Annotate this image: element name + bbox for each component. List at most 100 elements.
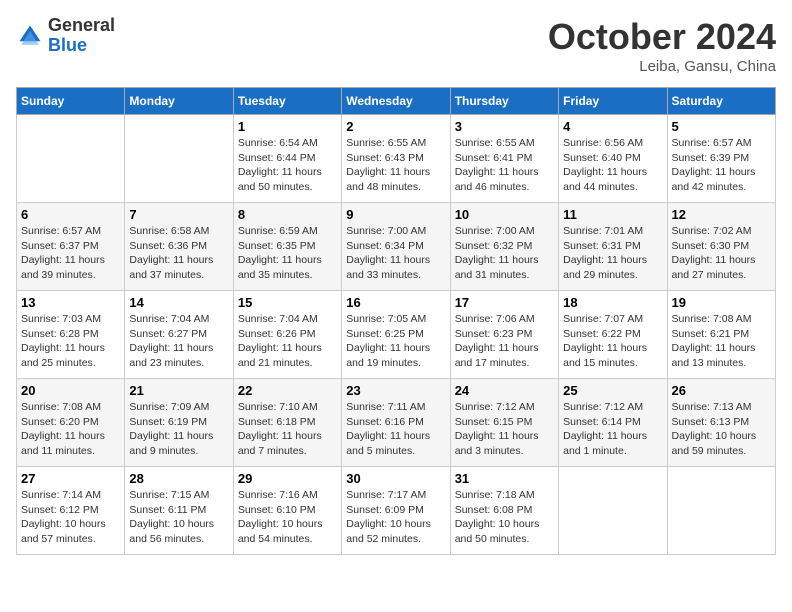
calendar-cell: 8 Sunrise: 6:59 AMSunset: 6:35 PMDaylight… [233,203,341,291]
calendar-cell: 24 Sunrise: 7:12 AMSunset: 6:15 PMDayligh… [450,379,558,467]
day-info: Sunrise: 7:08 AMSunset: 6:21 PMDaylight:… [672,312,771,371]
month-title: October 2024 [548,16,776,58]
calendar-body: 1 Sunrise: 6:54 AMSunset: 6:44 PMDaylight… [17,115,776,555]
calendar-cell: 14 Sunrise: 7:04 AMSunset: 6:27 PMDayligh… [125,291,233,379]
day-info: Sunrise: 7:04 AMSunset: 6:27 PMDaylight:… [129,312,228,371]
calendar-cell: 7Sunrise: 6:58 AMSunset: 6:36 PMDaylight… [125,203,233,291]
day-info: Sunrise: 6:54 AMSunset: 6:44 PMDaylight:… [238,136,337,195]
day-number: 28 [129,471,228,486]
day-info: Sunrise: 7:18 AMSunset: 6:08 PMDaylight:… [455,488,554,547]
day-number: 14 [129,295,228,310]
day-number: 26 [672,383,771,398]
header-day: Thursday [450,88,558,115]
day-number: 25 [563,383,662,398]
calendar-cell: 11 Sunrise: 7:01 AMSunset: 6:31 PMDayligh… [559,203,667,291]
calendar-header: SundayMondayTuesdayWednesdayThursdayFrid… [17,88,776,115]
day-number: 30 [346,471,445,486]
day-info: Sunrise: 7:09 AMSunset: 6:19 PMDaylight:… [129,400,228,459]
calendar-cell: 22 Sunrise: 7:10 AMSunset: 6:18 PMDayligh… [233,379,341,467]
calendar-cell: 20 Sunrise: 7:08 AMSunset: 6:20 PMDayligh… [17,379,125,467]
calendar-table: SundayMondayTuesdayWednesdayThursdayFrid… [16,87,776,555]
logo-text: General Blue [48,16,115,56]
day-number: 15 [238,295,337,310]
calendar-cell: 4 Sunrise: 6:56 AMSunset: 6:40 PMDaylight… [559,115,667,203]
header-day: Wednesday [342,88,450,115]
day-number: 18 [563,295,662,310]
day-number: 9 [346,207,445,222]
calendar-cell: 23Sunrise: 7:11 AMSunset: 6:16 PMDayligh… [342,379,450,467]
day-number: 1 [238,119,337,134]
day-number: 10 [455,207,554,222]
day-number: 4 [563,119,662,134]
day-number: 3 [455,119,554,134]
day-info: Sunrise: 7:08 AMSunset: 6:20 PMDaylight:… [21,400,120,459]
day-info: Sunrise: 7:12 AMSunset: 6:15 PMDaylight:… [455,400,554,459]
day-number: 12 [672,207,771,222]
calendar-cell [559,467,667,555]
day-number: 5 [672,119,771,134]
day-number: 16 [346,295,445,310]
day-info: Sunrise: 7:17 AMSunset: 6:09 PMDaylight:… [346,488,445,547]
calendar-week: 13 Sunrise: 7:03 AMSunset: 6:28 PMDayligh… [17,291,776,379]
day-info: Sunrise: 7:07 AMSunset: 6:22 PMDaylight:… [563,312,662,371]
day-number: 7 [129,207,228,222]
day-info: Sunrise: 7:04 AMSunset: 6:26 PMDaylight:… [238,312,337,371]
day-number: 13 [21,295,120,310]
calendar-cell: 17 Sunrise: 7:06 AMSunset: 6:23 PMDayligh… [450,291,558,379]
header-day: Sunday [17,88,125,115]
calendar-cell: 3Sunrise: 6:55 AMSunset: 6:41 PMDaylight… [450,115,558,203]
day-info: Sunrise: 7:00 AMSunset: 6:32 PMDaylight:… [455,224,554,283]
day-info: Sunrise: 6:59 AMSunset: 6:35 PMDaylight:… [238,224,337,283]
header-day: Friday [559,88,667,115]
calendar-cell: 26 Sunrise: 7:13 AMSunset: 6:13 PMDayligh… [667,379,775,467]
day-info: Sunrise: 7:05 AMSunset: 6:25 PMDaylight:… [346,312,445,371]
calendar-cell: 1 Sunrise: 6:54 AMSunset: 6:44 PMDaylight… [233,115,341,203]
header-day: Tuesday [233,88,341,115]
day-number: 17 [455,295,554,310]
header-row: SundayMondayTuesdayWednesdayThursdayFrid… [17,88,776,115]
day-info: Sunrise: 7:16 AMSunset: 6:10 PMDaylight:… [238,488,337,547]
calendar-cell: 18 Sunrise: 7:07 AMSunset: 6:22 PMDayligh… [559,291,667,379]
page-header: General Blue October 2024 Leiba, Gansu, … [16,16,776,75]
day-number: 29 [238,471,337,486]
calendar-cell: 28 Sunrise: 7:15 AMSunset: 6:11 PMDayligh… [125,467,233,555]
calendar-cell: 21Sunrise: 7:09 AMSunset: 6:19 PMDayligh… [125,379,233,467]
day-number: 31 [455,471,554,486]
calendar-cell: 25 Sunrise: 7:12 AMSunset: 6:14 PMDayligh… [559,379,667,467]
calendar-cell: 29 Sunrise: 7:16 AMSunset: 6:10 PMDayligh… [233,467,341,555]
day-info: Sunrise: 7:14 AMSunset: 6:12 PMDaylight:… [21,488,120,547]
day-info: Sunrise: 6:56 AMSunset: 6:40 PMDaylight:… [563,136,662,195]
day-info: Sunrise: 7:12 AMSunset: 6:14 PMDaylight:… [563,400,662,459]
calendar-cell [125,115,233,203]
day-number: 22 [238,383,337,398]
calendar-cell: 10 Sunrise: 7:00 AMSunset: 6:32 PMDayligh… [450,203,558,291]
calendar-cell: 2Sunrise: 6:55 AMSunset: 6:43 PMDaylight… [342,115,450,203]
calendar-cell: 13 Sunrise: 7:03 AMSunset: 6:28 PMDayligh… [17,291,125,379]
day-info: Sunrise: 6:57 AMSunset: 6:37 PMDaylight:… [21,224,120,283]
day-number: 20 [21,383,120,398]
day-number: 11 [563,207,662,222]
day-info: Sunrise: 7:03 AMSunset: 6:28 PMDaylight:… [21,312,120,371]
title-block: October 2024 Leiba, Gansu, China [548,16,776,75]
calendar-cell: 19Sunrise: 7:08 AMSunset: 6:21 PMDayligh… [667,291,775,379]
day-number: 8 [238,207,337,222]
day-number: 6 [21,207,120,222]
calendar-cell: 6 Sunrise: 6:57 AMSunset: 6:37 PMDaylight… [17,203,125,291]
header-day: Saturday [667,88,775,115]
calendar-cell [667,467,775,555]
day-info: Sunrise: 7:10 AMSunset: 6:18 PMDaylight:… [238,400,337,459]
calendar-week: 6 Sunrise: 6:57 AMSunset: 6:37 PMDaylight… [17,203,776,291]
calendar-cell: 12Sunrise: 7:02 AMSunset: 6:30 PMDayligh… [667,203,775,291]
day-info: Sunrise: 7:06 AMSunset: 6:23 PMDaylight:… [455,312,554,371]
day-number: 27 [21,471,120,486]
calendar-week: 1 Sunrise: 6:54 AMSunset: 6:44 PMDaylight… [17,115,776,203]
calendar-week: 20 Sunrise: 7:08 AMSunset: 6:20 PMDayligh… [17,379,776,467]
day-info: Sunrise: 7:15 AMSunset: 6:11 PMDaylight:… [129,488,228,547]
day-info: Sunrise: 7:13 AMSunset: 6:13 PMDaylight:… [672,400,771,459]
day-info: Sunrise: 7:01 AMSunset: 6:31 PMDaylight:… [563,224,662,283]
calendar-cell [17,115,125,203]
calendar-cell: 16 Sunrise: 7:05 AMSunset: 6:25 PMDayligh… [342,291,450,379]
day-number: 24 [455,383,554,398]
calendar-cell: 31 Sunrise: 7:18 AMSunset: 6:08 PMDayligh… [450,467,558,555]
day-number: 23 [346,383,445,398]
